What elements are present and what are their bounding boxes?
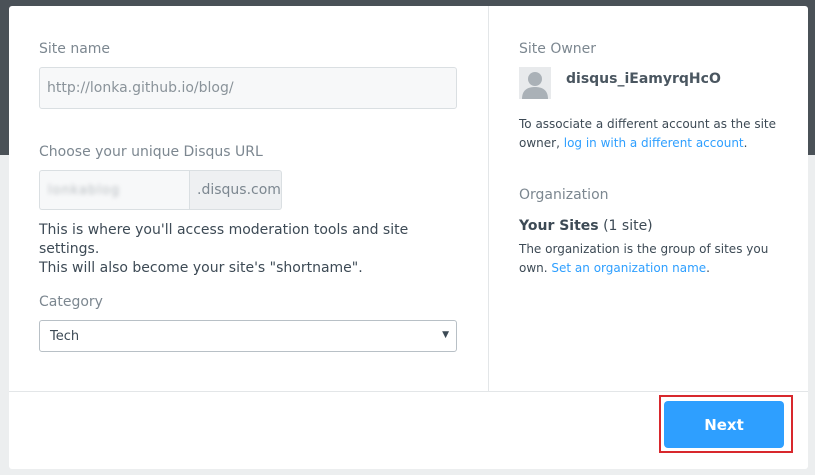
site-details-panel: Site name http://lonka.github.io/blog/ C…	[9, 6, 487, 392]
user-silhouette-icon	[519, 67, 551, 99]
help-line-1: This is where you'll access moderation t…	[39, 222, 409, 257]
disqus-url-value: lonkablog	[48, 182, 121, 198]
chevron-down-icon: ▼	[442, 330, 449, 340]
category-select[interactable]: Tech ▼	[39, 320, 457, 352]
organization-name: Your Sites	[519, 218, 599, 234]
disqus-url-field: lonkablog .disqus.com	[39, 170, 282, 210]
owner-username: disqus_iEamyrqHcO	[566, 71, 721, 87]
shortname-help-text: This is where you'll access moderation t…	[39, 221, 469, 278]
disqus-url-label: Choose your unique Disqus URL	[39, 144, 263, 160]
disqus-url-input[interactable]: lonkablog	[39, 170, 189, 210]
category-label: Category	[39, 294, 103, 310]
help-line-2: This will also become your site's "short…	[39, 260, 363, 276]
site-name-value: http://lonka.github.io/blog/	[47, 80, 234, 96]
assoc-end: .	[743, 136, 748, 150]
organization-name-row: Your Sites (1 site)	[519, 217, 789, 236]
organization-desc-block: The organization is the group of sites y…	[519, 240, 789, 278]
login-different-account-link[interactable]: log in with a different account	[564, 136, 744, 150]
owner-panel: Site Owner disqus_iEamyrqHcO To associat…	[488, 6, 809, 392]
avatar	[519, 67, 551, 99]
disqus-url-suffix: .disqus.com	[189, 170, 282, 210]
organization-count: (1 site)	[603, 218, 653, 234]
owner-assoc-text: To associate a different account as the …	[519, 115, 789, 153]
site-owner-title: Site Owner	[519, 41, 597, 57]
set-organization-name-link[interactable]: Set an organization name	[551, 261, 706, 275]
category-selected-value: Tech	[50, 328, 80, 344]
site-name-input[interactable]: http://lonka.github.io/blog/	[39, 67, 457, 109]
next-button[interactable]: Next	[664, 401, 784, 448]
organization-title: Organization	[519, 187, 609, 203]
organization-link-end: .	[706, 261, 710, 275]
site-name-label: Site name	[39, 41, 111, 57]
